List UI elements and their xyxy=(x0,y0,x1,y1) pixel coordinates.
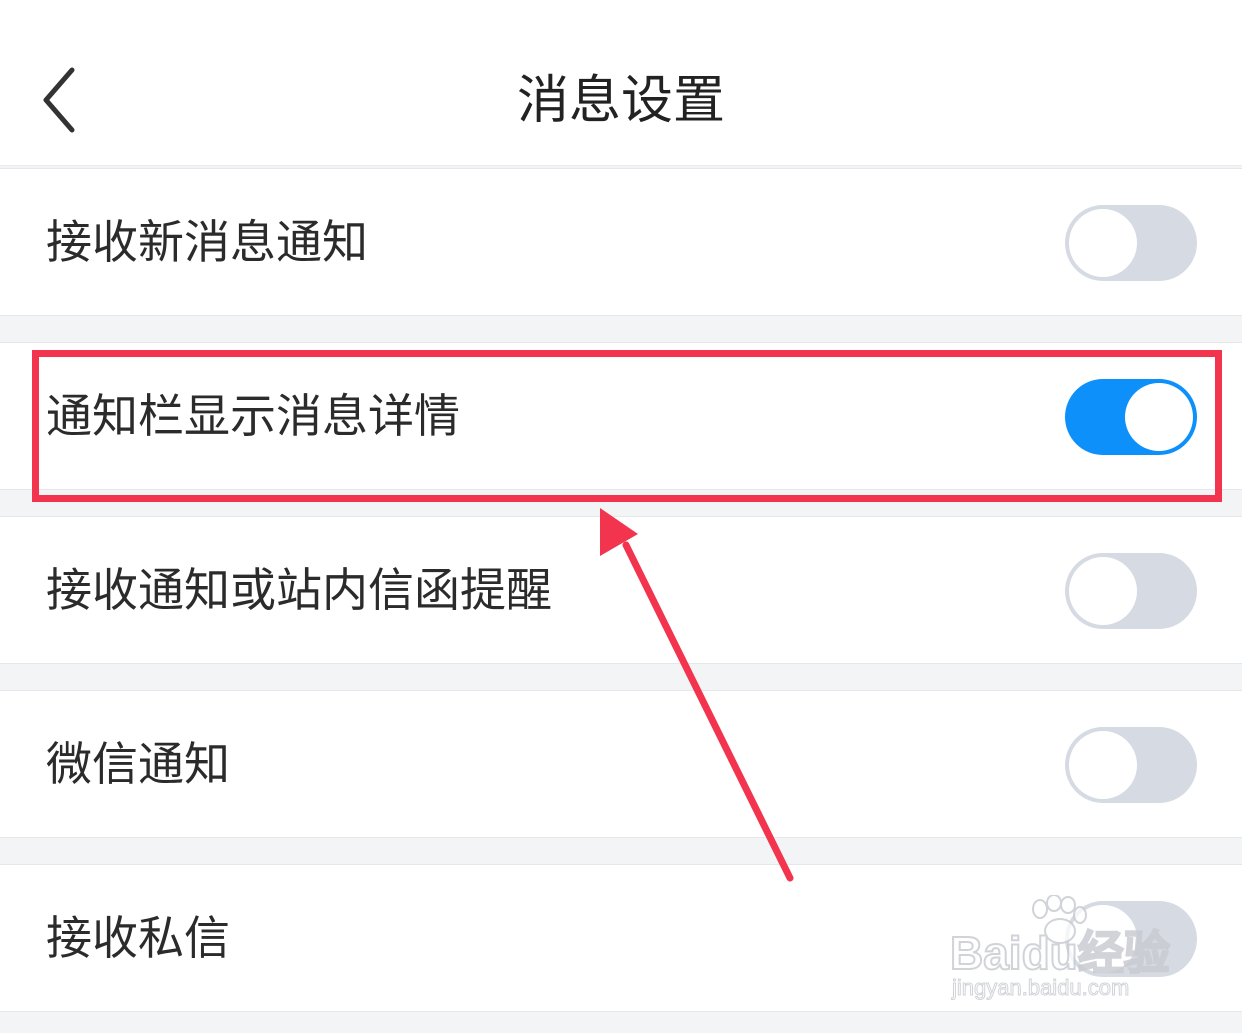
toggle-knob xyxy=(1069,209,1137,277)
toggle-knob xyxy=(1069,731,1137,799)
header-bar: 消息设置 xyxy=(0,0,1242,166)
setting-row-wechat: 微信通知 xyxy=(0,690,1242,838)
setting-label: 通知栏显示消息详情 xyxy=(46,389,460,443)
toggle-switch[interactable] xyxy=(1065,553,1197,629)
toggle-switch[interactable] xyxy=(1065,727,1197,803)
toggle-switch[interactable] xyxy=(1065,205,1197,281)
setting-label: 接收私信 xyxy=(46,911,230,965)
toggle-knob xyxy=(1125,383,1193,451)
setting-row-private-message: 接收私信 xyxy=(0,864,1242,1012)
toggle-knob xyxy=(1069,557,1137,625)
setting-row-notification-detail: 通知栏显示消息详情 xyxy=(0,342,1242,490)
setting-label: 微信通知 xyxy=(46,737,230,791)
toggle-knob xyxy=(1069,905,1137,973)
page-title: 消息设置 xyxy=(516,71,725,131)
toggle-switch[interactable] xyxy=(1065,379,1197,455)
toggle-switch[interactable] xyxy=(1065,901,1197,977)
setting-row-new-message: 接收新消息通知 xyxy=(0,168,1242,316)
setting-label: 接收通知或站内信函提醒 xyxy=(46,563,552,617)
setting-row-site-mail: 接收通知或站内信函提醒 xyxy=(0,516,1242,664)
setting-label: 接收新消息通知 xyxy=(46,215,368,269)
